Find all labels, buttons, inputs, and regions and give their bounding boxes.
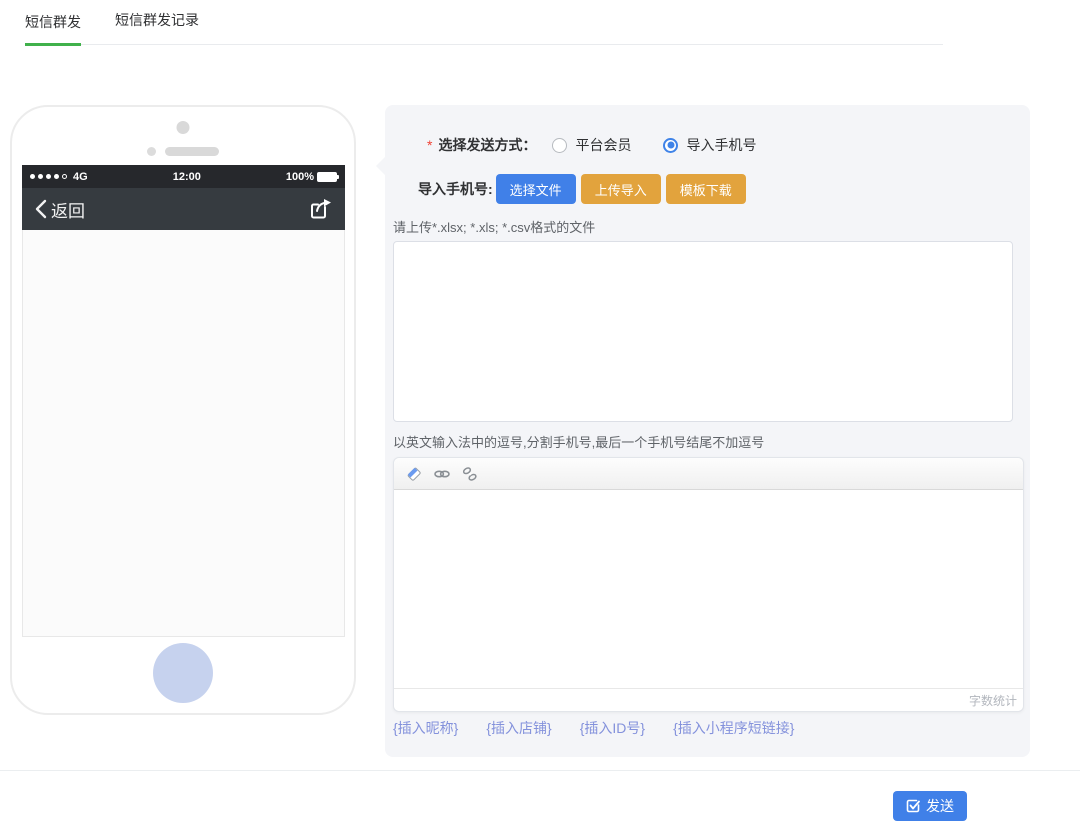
- clock-label: 12:00: [173, 171, 201, 183]
- editor-status-bar: 字数统计: [394, 688, 1023, 711]
- insert-id-link[interactable]: {插入ID号}: [580, 718, 645, 738]
- network-type-label: 4G: [73, 171, 88, 183]
- radio-circle-icon: [552, 138, 567, 153]
- phone-home-button[interactable]: [153, 643, 213, 703]
- radio-import-phone-label: 导入手机号: [686, 135, 756, 155]
- template-download-button[interactable]: 模板下载: [666, 174, 746, 204]
- radio-platform-member-label: 平台会员: [575, 135, 631, 155]
- tab-sms-bulk-send[interactable]: 短信群发: [25, 1, 81, 46]
- link-icon[interactable]: [433, 465, 451, 483]
- comma-separator-hint: 以英文输入法中的逗号,分割手机号,最后一个手机号结尾不加逗号: [393, 432, 764, 451]
- phone-numbers-textarea[interactable]: [393, 241, 1013, 422]
- import-phone-label: 导入手机号:: [418, 179, 493, 199]
- choose-file-button[interactable]: 选择文件: [496, 174, 576, 204]
- insert-miniprogram-shortlink-link[interactable]: {插入小程序短链接}: [673, 718, 794, 738]
- phone-screen: 4G 12:00 100% 返回: [22, 165, 345, 637]
- required-asterisk: *: [427, 137, 432, 153]
- phone-status-bar: 4G 12:00 100%: [22, 165, 345, 188]
- insert-shop-link[interactable]: {插入店铺}: [486, 718, 551, 738]
- message-content-input[interactable]: [394, 490, 1023, 688]
- phone-camera-dot: [177, 121, 190, 134]
- tabs-bar: 短信群发 短信群发记录: [25, 0, 943, 45]
- insert-nickname-link[interactable]: {插入昵称}: [393, 718, 458, 738]
- eraser-icon[interactable]: [405, 465, 423, 483]
- send-button[interactable]: 发送: [893, 791, 967, 821]
- back-button[interactable]: 返回: [34, 197, 85, 222]
- send-button-label: 发送: [926, 796, 954, 816]
- send-check-icon: [906, 799, 920, 813]
- battery-icon: [317, 172, 337, 182]
- phone-speaker-bar: [165, 147, 219, 156]
- sms-compose-panel: * 选择发送方式： 平台会员 导入手机号 导入手机号: 选择文件 上传导入 模板…: [385, 105, 1030, 757]
- battery-percent-label: 100%: [286, 171, 314, 183]
- back-label: 返回: [51, 197, 85, 222]
- footer-divider: [0, 770, 1080, 771]
- send-method-label: 选择发送方式：: [438, 135, 536, 155]
- word-count-label: 字数统计: [969, 692, 1017, 709]
- phone-speaker: [147, 147, 219, 156]
- radio-import-phone[interactable]: 导入手机号: [663, 135, 756, 155]
- phone-speaker-dot: [147, 147, 156, 156]
- tab-sms-bulk-send-records[interactable]: 短信群发记录: [115, 0, 199, 44]
- panel-callout-arrow: [376, 156, 386, 176]
- phone-preview: 4G 12:00 100% 返回: [10, 105, 356, 715]
- radio-circle-checked-icon: [663, 138, 678, 153]
- editor-toolbar: [394, 458, 1023, 490]
- upload-import-button[interactable]: 上传导入: [581, 174, 661, 204]
- message-editor: 字数统计: [393, 457, 1024, 712]
- signal-strength-icon: 4G: [30, 171, 88, 183]
- chevron-left-icon: [34, 199, 47, 219]
- radio-platform-member[interactable]: 平台会员: [552, 135, 631, 155]
- send-method-row: * 选择发送方式： 平台会员 导入手机号: [427, 135, 788, 155]
- battery-indicator: 100%: [286, 171, 337, 183]
- upload-format-hint: 请上传*.xlsx; *.xls; *.csv格式的文件: [393, 217, 595, 236]
- unlink-icon[interactable]: [461, 465, 479, 483]
- phone-nav-bar: 返回: [22, 188, 345, 230]
- phone-message-preview-area: [22, 230, 345, 637]
- import-phone-row: 导入手机号: 选择文件 上传导入 模板下载: [418, 174, 751, 204]
- share-icon[interactable]: [309, 197, 333, 221]
- insert-placeholder-links: {插入昵称} {插入店铺} {插入ID号} {插入小程序短链接}: [393, 718, 794, 738]
